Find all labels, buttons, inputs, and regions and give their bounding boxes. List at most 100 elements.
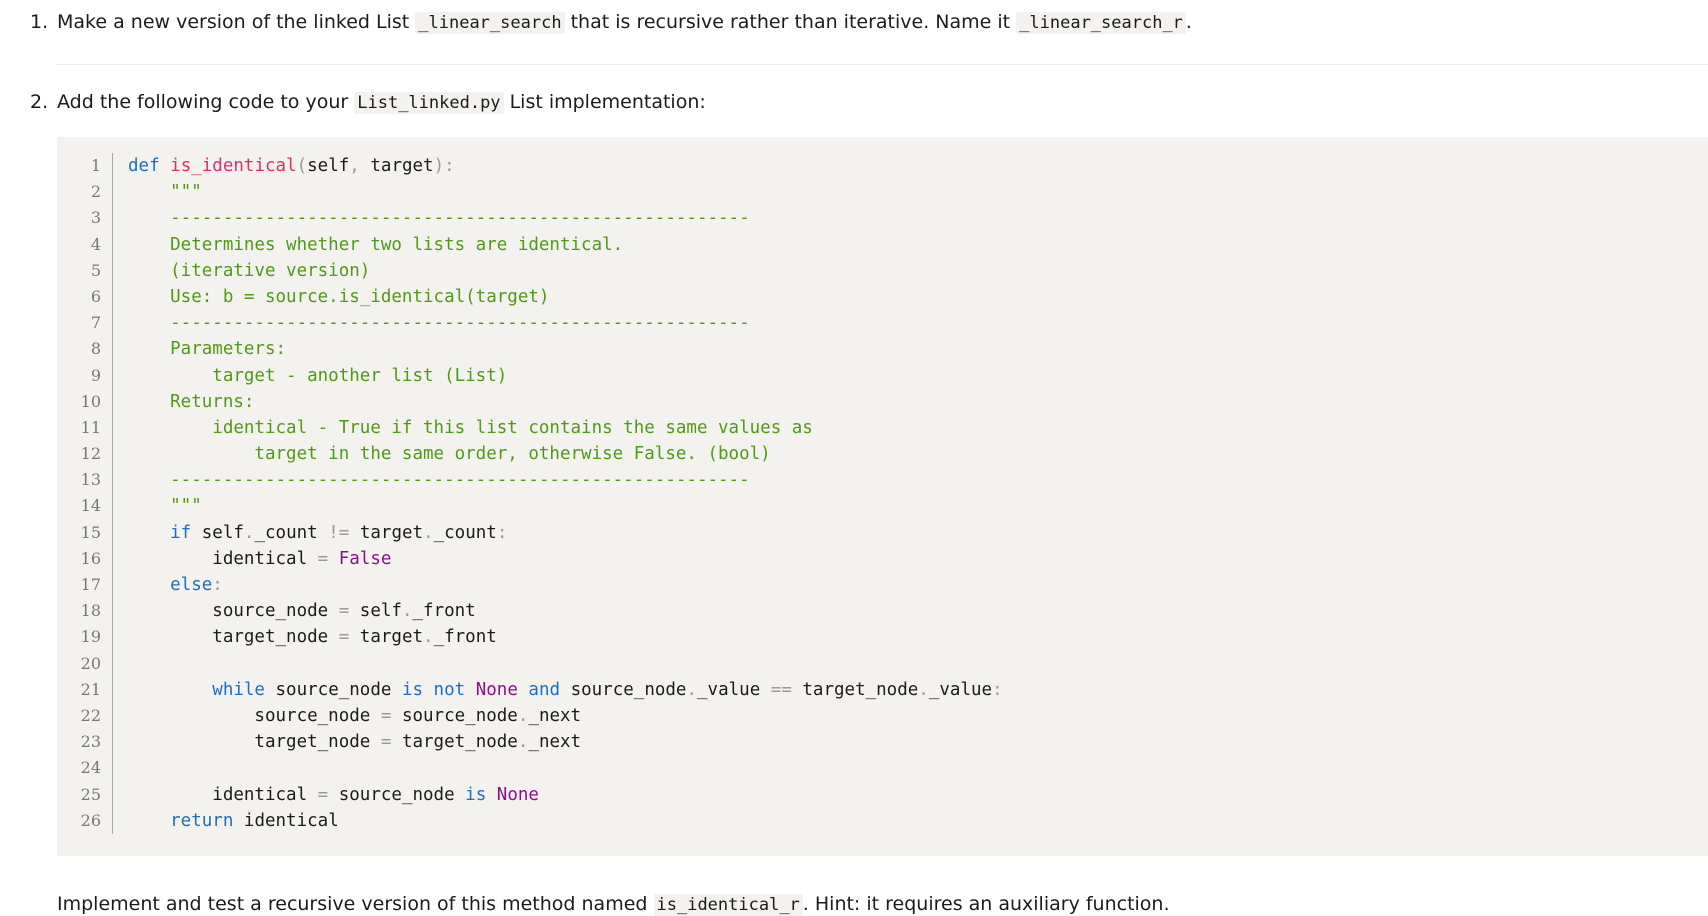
code-token: .	[918, 679, 929, 700]
footer-text: Implement and test a recursive version o…	[57, 893, 654, 915]
code-token: identical	[128, 548, 318, 569]
line-number: 21	[80, 679, 101, 699]
code-token: self	[307, 156, 350, 176]
code-token: target_node	[401, 732, 518, 753]
line-number: 15	[80, 522, 101, 542]
code-token: =	[380, 732, 402, 753]
code-token: source_node	[338, 784, 466, 805]
code-token: .	[517, 732, 529, 753]
code-lines[interactable]: def is_identical(self, target): """ ----…	[128, 153, 1003, 834]
code-line: if self._count != target._count:	[128, 520, 1003, 546]
code-token: """	[128, 496, 202, 517]
code-token: =	[338, 627, 360, 648]
code-token: and	[528, 679, 571, 700]
line-number: 18	[80, 601, 101, 621]
code-token: ,	[349, 156, 371, 176]
code-token: :	[212, 575, 223, 595]
code-block[interactable]: 1 2 3 4 5 6 7 8 9 10 11 12 13 14 15 16 17 18 19 20 21 22 23 24 2…	[57, 137, 1708, 856]
line-number: 13	[80, 470, 101, 490]
code-token: _front	[412, 601, 476, 622]
code-token: False	[338, 548, 392, 569]
task-text: Make a new version of the linked List	[57, 11, 416, 33]
code-token: :	[992, 679, 1003, 700]
line-number: 16	[80, 548, 101, 568]
code-line: while source_node is not None and source…	[128, 677, 1003, 703]
code-token: def	[128, 156, 171, 176]
line-number: 20	[80, 653, 101, 673]
code-token: ):	[433, 156, 455, 176]
code-token: source_node	[128, 601, 339, 622]
code-token: .	[517, 705, 529, 726]
inline-code: List_linked.py	[354, 92, 504, 114]
code-line: ----------------------------------------…	[128, 467, 1003, 493]
code-token: ----------------------------------------…	[128, 208, 750, 229]
line-number: 5	[90, 260, 101, 280]
code-token: _next	[528, 705, 582, 726]
code-token: .	[423, 627, 434, 648]
code-token: .	[423, 522, 434, 543]
code-token: target	[359, 522, 424, 543]
line-number: 19	[80, 627, 101, 647]
code-token: Parameters:	[128, 339, 287, 360]
code-token: _front	[433, 627, 497, 648]
line-number: 12	[80, 444, 101, 464]
code-token: _count	[433, 522, 497, 543]
code-line: identical - True if this list contains t…	[128, 415, 1003, 441]
code-line: return identical	[128, 808, 1003, 834]
line-number: 4	[90, 234, 101, 254]
code-line: target - another list (List)	[128, 363, 1003, 389]
inline-code: _linear_search	[415, 12, 565, 34]
task-1: 1. Make a new version of the linked List …	[30, 11, 1708, 34]
inline-code: is_identical_r	[653, 894, 803, 916]
code-token: _next	[528, 732, 582, 753]
line-number: 22	[80, 705, 101, 725]
code-token: source_node	[128, 705, 381, 726]
line-number: 17	[80, 575, 101, 594]
task-number: 2.	[30, 91, 49, 113]
code-token: identical	[243, 810, 339, 831]
code-token: (iterative version)	[128, 260, 371, 281]
line-number: 1	[90, 156, 101, 175]
task-text: that is recursive rather than iterative.…	[564, 11, 1017, 33]
code-line: ----------------------------------------…	[128, 205, 1003, 231]
line-number: 14	[80, 496, 101, 516]
code-token: !=	[328, 522, 360, 543]
code-line: target in the same order, otherwise Fals…	[128, 441, 1003, 467]
divider	[56, 64, 1708, 65]
code-token: =	[338, 601, 360, 622]
task-number: 1.	[30, 11, 49, 33]
code-token: else	[128, 575, 213, 595]
code-token: =	[317, 784, 339, 805]
code-line: target_node = target._front	[128, 624, 1003, 650]
code-token: self	[201, 522, 244, 543]
task-text: .	[1185, 11, 1192, 33]
line-number: 23	[80, 732, 101, 752]
code-line: Determines whether two lists are identic…	[128, 232, 1003, 258]
code-token: :	[496, 522, 508, 543]
line-number: 24	[80, 758, 101, 778]
code-token: is_identical	[170, 156, 297, 176]
code-token: return	[128, 810, 244, 831]
code-line: """	[128, 179, 1003, 205]
code-line: source_node = source_node._next	[128, 703, 1003, 729]
footer-text: . Hint: it requires an auxiliary functio…	[802, 893, 1170, 915]
line-number: 7	[90, 313, 101, 333]
instruction-text: Implement and test a recursive version o…	[57, 893, 1170, 916]
code-token: source_node	[275, 679, 402, 700]
line-number: 8	[90, 339, 101, 359]
code-token: identical - True if this list contains t…	[128, 417, 813, 438]
code-token: Returns:	[128, 391, 255, 412]
line-number: 6	[90, 286, 101, 306]
code-token: _value	[697, 679, 771, 700]
code-token: source_node	[401, 705, 518, 726]
code-line: source_node = self._front	[128, 598, 1003, 624]
line-number: 11	[80, 417, 101, 437]
code-token: source_node	[570, 679, 687, 700]
code-token: .	[686, 679, 698, 700]
code-token: target	[370, 156, 434, 176]
code-token: target	[359, 627, 424, 648]
code-token: ==	[770, 679, 803, 700]
code-line: ----------------------------------------…	[128, 310, 1003, 336]
task-2: 2. Add the following code to your List_li…	[30, 91, 1708, 114]
code-line: (iterative version)	[128, 258, 1003, 284]
